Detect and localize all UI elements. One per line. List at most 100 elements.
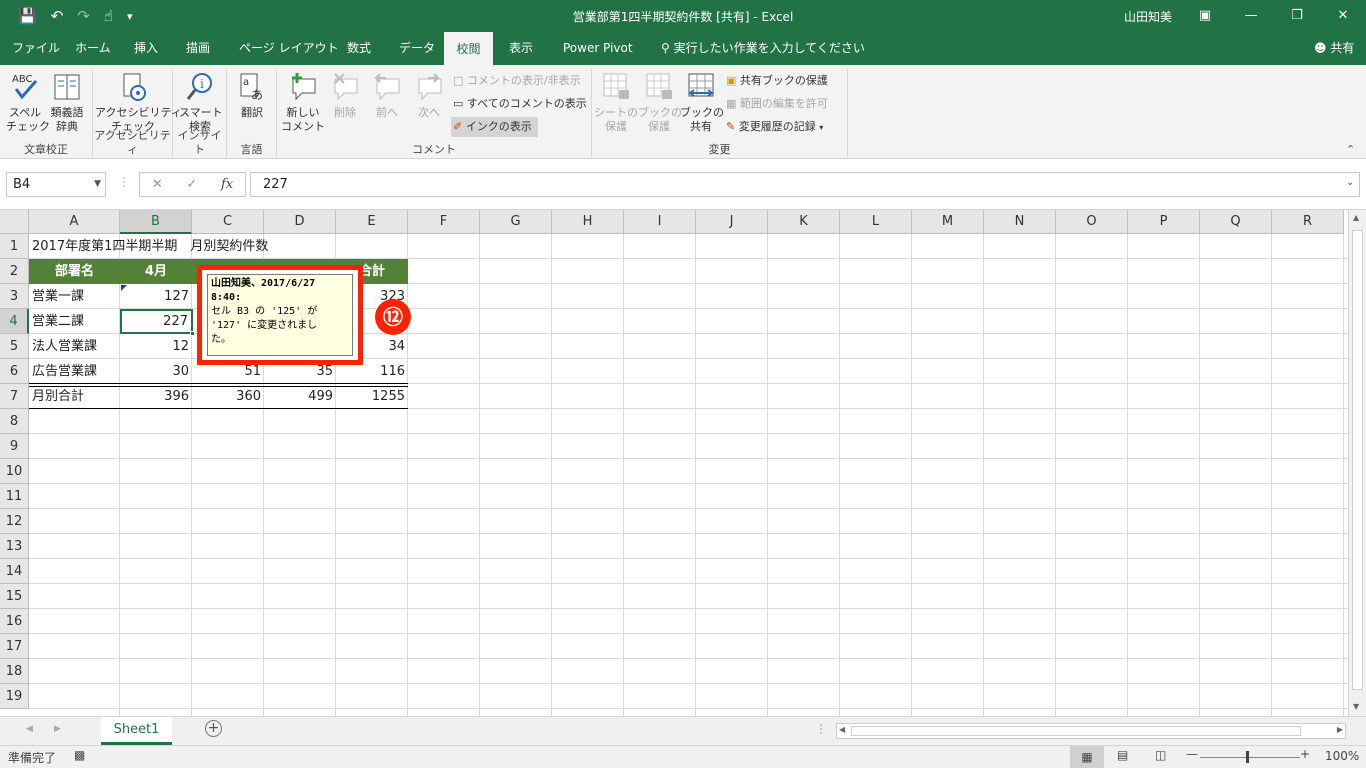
row-header-3[interactable]: 3 xyxy=(0,284,29,309)
cell-a3[interactable]: 営業一課 xyxy=(29,284,120,309)
tab-split-icon[interactable]: ⋮ xyxy=(815,722,827,736)
column-header-p[interactable]: P xyxy=(1128,210,1200,234)
protect-sheet-button[interactable]: シートの 保護 xyxy=(594,71,638,134)
scroll-thumb[interactable] xyxy=(851,726,1301,736)
horizontal-scrollbar[interactable]: ◀ ▶ xyxy=(836,723,1346,739)
cell-b5[interactable]: 12 xyxy=(120,334,192,359)
macro-record-icon[interactable]: ▩ xyxy=(74,748,85,762)
share-workbook-button[interactable]: ブックの 共有 xyxy=(680,71,724,134)
expand-formula-icon[interactable]: ⌄ xyxy=(1346,177,1354,188)
cell-b7[interactable]: 396 xyxy=(120,384,192,409)
row-header-11[interactable]: 11 xyxy=(0,484,29,509)
track-changes-button[interactable]: ✎ 変更履歴の記録 ▾ xyxy=(726,117,823,137)
row-header-5[interactable]: 5 xyxy=(0,334,29,359)
column-header-g[interactable]: G xyxy=(480,210,552,234)
protect-workbook-button[interactable]: ブックの 保護 xyxy=(638,71,682,134)
scroll-down-icon[interactable]: ▼ xyxy=(1353,702,1359,711)
user-name[interactable]: 山田知美 xyxy=(1124,8,1172,25)
cell-b3[interactable]: 127 xyxy=(120,284,192,309)
zoom-slider-thumb[interactable] xyxy=(1246,751,1249,763)
minimize-icon[interactable]: — xyxy=(1228,0,1274,32)
formula-input[interactable]: 227 xyxy=(250,172,1360,197)
tab-review[interactable]: 校閲 xyxy=(444,32,493,65)
cell-d7[interactable]: 499 xyxy=(264,384,336,409)
column-header-o[interactable]: O xyxy=(1056,210,1128,234)
tab-page-layout[interactable]: ページ レイアウト xyxy=(237,32,341,65)
cancel-icon[interactable]: ✕ xyxy=(152,177,163,192)
close-icon[interactable]: ✕ xyxy=(1320,0,1366,32)
column-header-q[interactable]: Q xyxy=(1200,210,1272,234)
show-ink-button[interactable]: ✐ インクの表示 xyxy=(451,117,538,137)
column-header-b[interactable]: B xyxy=(120,210,192,234)
column-header-a[interactable]: A xyxy=(29,210,120,234)
thesaurus-button[interactable]: 類義語 辞典 xyxy=(46,71,88,134)
scroll-left-icon[interactable]: ◀ xyxy=(839,725,845,734)
column-header-c[interactable]: C xyxy=(192,210,264,234)
collapse-ribbon-icon[interactable]: ⌃ xyxy=(1346,143,1355,156)
column-header-d[interactable]: D xyxy=(264,210,336,234)
scroll-sheets-left-icon[interactable]: ◀ xyxy=(26,724,33,734)
zoom-out-icon[interactable]: — xyxy=(1186,747,1198,761)
tab-formulas[interactable]: 数式 xyxy=(345,32,373,65)
enter-icon[interactable]: ✓ xyxy=(186,177,197,192)
accessibility-check-button[interactable]: アクセシビリティ チェック xyxy=(95,71,182,134)
row-header-4[interactable]: 4 xyxy=(0,309,29,334)
name-box[interactable]: B4 ▼ xyxy=(6,172,106,197)
row-header-15[interactable]: 15 xyxy=(0,584,29,609)
scroll-sheets-right-icon[interactable]: ▶ xyxy=(54,724,61,734)
zoom-in-icon[interactable]: + xyxy=(1300,747,1310,761)
column-header-r[interactable]: R xyxy=(1272,210,1344,234)
cell-a6[interactable]: 広告営業課 xyxy=(29,359,120,384)
cell-a5[interactable]: 法人営業課 xyxy=(29,334,120,359)
insert-function-icon[interactable]: fx xyxy=(221,177,233,192)
page-break-view-icon[interactable]: ◫ xyxy=(1155,748,1166,762)
next-comment-button[interactable]: 次へ xyxy=(411,71,447,120)
row-header-2[interactable]: 2 xyxy=(0,259,29,284)
tell-me-box[interactable]: ⚲ 実行したい作業を入力してください xyxy=(659,32,867,65)
delete-comment-button[interactable]: 削除 xyxy=(327,71,363,120)
row-header-10[interactable]: 10 xyxy=(0,459,29,484)
show-hide-comment-button[interactable]: □ コメントの表示/非表示 xyxy=(453,71,581,91)
zoom-level[interactable]: 100% xyxy=(1325,749,1359,763)
scroll-up-icon[interactable]: ▲ xyxy=(1353,213,1359,222)
cell-e7[interactable]: 1255 xyxy=(336,384,408,409)
cell-a1[interactable]: 2017年度第1四半期半期 月別契約件数 xyxy=(29,234,271,259)
column-header-e[interactable]: E xyxy=(336,210,408,234)
column-header-k[interactable]: K xyxy=(768,210,840,234)
row-header-17[interactable]: 17 xyxy=(0,634,29,659)
cell-b4-selected[interactable]: 227 xyxy=(120,309,193,334)
new-comment-button[interactable]: 新しい コメント xyxy=(281,71,325,134)
cell-a7[interactable]: 月別合計 xyxy=(29,384,120,409)
page-layout-view-icon[interactable]: ▤ xyxy=(1117,748,1128,762)
tab-draw[interactable]: 描画 xyxy=(184,32,212,65)
scroll-thumb[interactable] xyxy=(1352,230,1363,690)
add-sheet-icon[interactable]: + xyxy=(205,720,222,737)
ribbon-display-icon[interactable]: ▣ xyxy=(1182,0,1228,32)
normal-view-icon[interactable]: ▦ xyxy=(1070,746,1104,768)
row-header-19[interactable]: 19 xyxy=(0,684,29,709)
row-header-1[interactable]: 1 xyxy=(0,234,29,259)
cell-b6[interactable]: 30 xyxy=(120,359,192,384)
row-header-7[interactable]: 7 xyxy=(0,384,29,409)
protect-shared-workbook-button[interactable]: ▣ 共有ブックの保護 xyxy=(726,71,828,91)
show-all-comments-button[interactable]: ▭ すべてのコメントの表示 xyxy=(453,94,587,114)
translate-button[interactable]: aあ 翻訳 xyxy=(233,71,271,120)
sheet-tab-sheet1[interactable]: Sheet1 xyxy=(101,717,172,745)
column-header-n[interactable]: N xyxy=(984,210,1056,234)
column-header-i[interactable]: I xyxy=(624,210,696,234)
scroll-right-icon[interactable]: ▶ xyxy=(1337,725,1343,734)
column-header-f[interactable]: F xyxy=(408,210,480,234)
zoom-slider[interactable] xyxy=(1200,757,1300,758)
vertical-scrollbar[interactable]: ▲ ▼ xyxy=(1348,210,1366,716)
allow-edit-ranges-button[interactable]: ▦ 範囲の編集を許可 xyxy=(726,94,828,114)
chevron-down-icon[interactable]: ▼ xyxy=(94,173,101,196)
column-header-h[interactable]: H xyxy=(552,210,624,234)
tab-file[interactable]: ファイル xyxy=(10,32,62,65)
tab-power-pivot[interactable]: Power Pivot xyxy=(561,32,635,65)
row-header-9[interactable]: 9 xyxy=(0,434,29,459)
share-button[interactable]: ☻ 共有 xyxy=(1312,32,1356,65)
row-header-16[interactable]: 16 xyxy=(0,609,29,634)
spell-check-button[interactable]: ABC スペル チェック xyxy=(6,71,50,134)
row-header-13[interactable]: 13 xyxy=(0,534,29,559)
tab-insert[interactable]: 挿入 xyxy=(132,32,160,65)
